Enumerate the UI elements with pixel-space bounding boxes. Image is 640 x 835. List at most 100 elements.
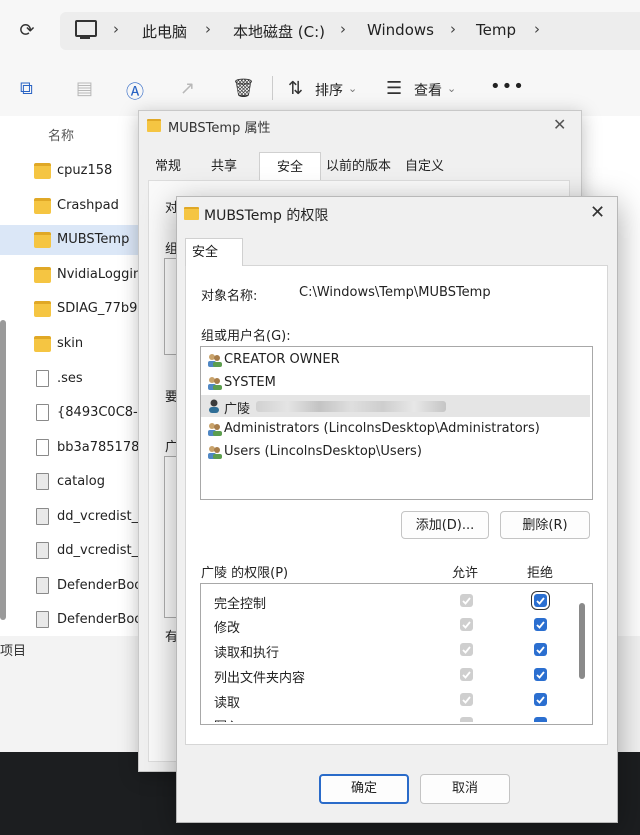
list-item[interactable]: bb3a785178f [30, 433, 144, 463]
permissions-label: 广陵 的权限(P) [201, 566, 289, 581]
file-icon [36, 439, 49, 456]
deny-checkbox[interactable] [534, 693, 547, 706]
allow-checkbox[interactable] [460, 594, 473, 607]
breadcrumb-item[interactable]: 本地磁盘 (C:) [233, 21, 325, 42]
share-icon[interactable]: ↗ [180, 78, 195, 99]
list-item[interactable]: cpuz158 [30, 156, 140, 186]
chevron-right-icon: › [450, 20, 456, 38]
file-icon [36, 404, 49, 421]
user-row[interactable]: SYSTEM [201, 372, 590, 394]
status-text: 项目 [0, 644, 27, 659]
tab-previous-versions[interactable]: 以前的版本 [326, 152, 391, 182]
list-item[interactable]: catalog [30, 467, 140, 497]
user-row[interactable]: CREATOR OWNER [201, 349, 590, 371]
list-item[interactable]: Crashpad [30, 191, 140, 221]
group-label: 组或用户名(G): [201, 329, 291, 344]
file-icon [36, 473, 49, 490]
sort-icon[interactable]: ⇅ [288, 78, 303, 99]
folder-icon [184, 207, 199, 220]
column-header-name[interactable]: 名称 [48, 125, 74, 144]
more-icon[interactable]: ••• [490, 76, 525, 97]
deny-checkbox[interactable] [534, 668, 547, 681]
list-item[interactable]: SDIAG_77b93 [30, 294, 146, 324]
view-button[interactable]: 查看 [414, 80, 442, 100]
permission-row: 读取和执行 [214, 638, 584, 662]
chevron-down-icon: ⌄ [348, 82, 358, 95]
remove-button[interactable]: 删除(R) [500, 511, 590, 539]
allow-checkbox[interactable] [460, 618, 473, 631]
folder-icon [34, 163, 51, 179]
folder-icon [34, 301, 51, 317]
sort-button[interactable]: 排序 [315, 80, 343, 100]
file-icon [36, 611, 49, 628]
list-item[interactable]: {8493C0C8-00 [30, 398, 154, 428]
permission-row: 修改 [214, 613, 584, 637]
tab-sharing[interactable]: 共享 [211, 152, 237, 182]
folder-icon [34, 267, 51, 283]
allow-checkbox[interactable] [460, 668, 473, 681]
command-bar: ⧉ ▤ Ⓐ ↗ 🗑 ⇅ 排序 ⌄ ☰ 查看 ⌄ ••• [0, 60, 640, 117]
ok-button[interactable]: 确定 [319, 774, 409, 804]
address-bar: ⟳ › 此电脑 › 本地磁盘 (C:) › Windows › Temp › [0, 0, 640, 60]
list-item[interactable]: DefenderBoot [30, 571, 147, 601]
list-item[interactable]: NvidiaLogging [30, 260, 149, 290]
list-item[interactable]: .ses [30, 364, 140, 394]
group-icon [207, 445, 222, 459]
breadcrumb-item[interactable]: 此电脑 [142, 21, 187, 42]
permission-row: 读取 [214, 688, 584, 712]
breadcrumb-item[interactable]: Temp [476, 21, 516, 39]
file-icon [36, 577, 49, 594]
scrollbar[interactable] [0, 320, 6, 620]
tab-customize[interactable]: 自定义 [405, 152, 444, 182]
allow-checkbox[interactable] [460, 693, 473, 706]
add-button[interactable]: 添加(D)... [401, 511, 489, 539]
folder-icon [34, 336, 51, 352]
file-icon [36, 370, 49, 387]
object-name-value: C:\Windows\Temp\MUBSTemp [299, 285, 491, 300]
user-row[interactable]: 广陵 [201, 395, 590, 417]
deny-column-header: 拒绝 [527, 566, 554, 581]
delete-icon[interactable]: 🗑 [232, 78, 255, 99]
breadcrumb-item[interactable]: Windows [367, 21, 434, 39]
view-icon[interactable]: ☰ [386, 78, 402, 99]
dialog-title: MUBSTemp 属性 [168, 121, 271, 136]
rename-icon[interactable]: Ⓐ [126, 78, 144, 104]
file-icon [36, 542, 49, 559]
list-item[interactable]: skin [30, 329, 140, 359]
user-icon [207, 399, 221, 413]
copy-icon[interactable]: ⧉ [20, 78, 33, 99]
list-item[interactable]: dd_vcredist_ar [30, 502, 151, 532]
group-icon [207, 353, 222, 367]
chevron-down-icon: ⌄ [447, 82, 457, 95]
user-row[interactable]: Administrators (LincolnsDesktop\Administ… [201, 418, 590, 440]
deny-checkbox[interactable] [534, 618, 547, 631]
redacted-account [256, 401, 446, 412]
user-row[interactable]: Users (LincolnsDesktop\Users) [201, 441, 590, 463]
cancel-button[interactable]: 取消 [420, 774, 510, 804]
folder-icon [34, 232, 51, 248]
list-item[interactable]: dd_vcredist_x8 [30, 536, 154, 566]
allow-checkbox[interactable] [460, 717, 473, 722]
close-icon[interactable]: ✕ [553, 115, 566, 134]
toolbar-divider [272, 76, 273, 100]
tab-security[interactable]: 安全 [185, 238, 243, 266]
deny-checkbox[interactable] [534, 717, 547, 722]
close-icon[interactable]: ✕ [590, 202, 605, 223]
computer-icon-stand [80, 37, 90, 39]
chevron-right-icon: › [340, 20, 346, 38]
dialog-title: MUBSTemp 的权限 [204, 208, 329, 224]
deny-checkbox[interactable] [534, 643, 547, 656]
tab-general[interactable]: 常规 [155, 152, 181, 182]
deny-checkbox[interactable] [531, 591, 550, 610]
paste-icon[interactable]: ▤ [76, 78, 93, 99]
list-item[interactable]: MUBSTemp [0, 225, 140, 255]
list-item[interactable]: DefenderBoot [30, 605, 147, 635]
permission-row: 完全控制 [214, 589, 584, 613]
chevron-right-icon: › [534, 20, 540, 38]
folder-icon [34, 198, 51, 214]
tab-security[interactable]: 安全 [259, 152, 321, 183]
chevron-right-icon: › [113, 20, 119, 38]
refresh-icon[interactable]: ⟳ [14, 18, 40, 44]
allow-column-header: 允许 [452, 566, 479, 581]
allow-checkbox[interactable] [460, 643, 473, 656]
